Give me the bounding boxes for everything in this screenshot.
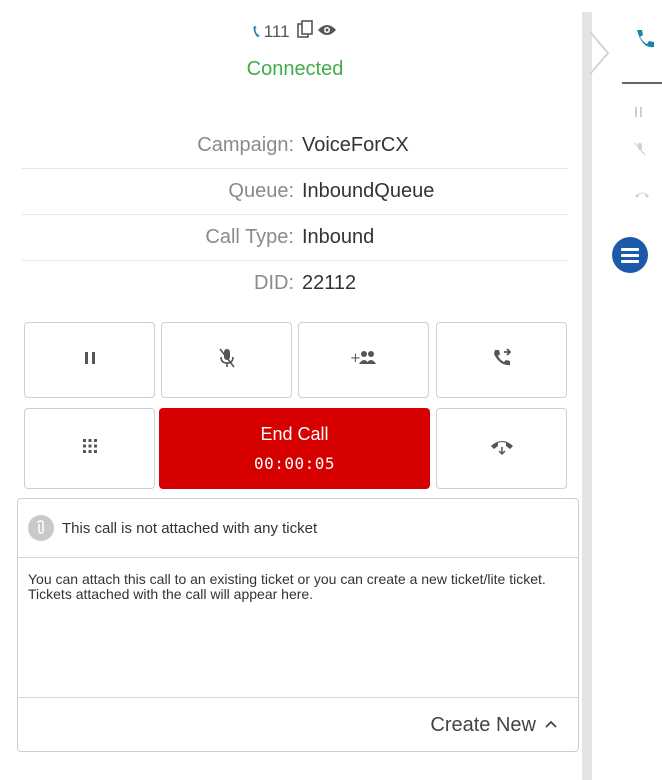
queue-value: InboundQueue [302,179,435,202]
call-transfer-icon [491,347,513,374]
call-type-value: Inbound [302,225,375,248]
did-row: DID: 22112 [22,260,568,306]
sidebar-phone-icon[interactable] [634,28,656,56]
call-type-row: Call Type: Inbound [22,214,568,261]
mic-off-icon [217,347,237,374]
ticket-body: You can attach this call to an existing … [18,558,578,698]
active-tab-indicator [622,82,662,84]
conference-button[interactable]: + [298,322,429,398]
extension-number: 111 [263,21,290,41]
campaign-value: VoiceForCX [302,133,409,156]
panel-edge [582,12,592,780]
paperclip-icon [28,515,54,541]
call-panel: 📞︎ 111 Connected Campaign: VoiceForCX Qu… [0,0,590,780]
end-call-label: End Call [260,423,329,444]
sidebar-hangup-icon[interactable] [634,188,650,203]
sidebar-mic-off-icon[interactable] [634,142,646,159]
hamburger-menu-icon[interactable] [612,237,648,273]
queue-row: Queue: InboundQueue [22,168,568,215]
create-new-button[interactable]: Create New [430,714,558,737]
call-type-label: Call Type: [205,225,294,248]
phone-icon: 📞︎ [253,21,260,41]
ticket-footer: Create New [18,698,578,752]
sidebar-pause-icon[interactable] [634,106,644,121]
did-value: 22112 [302,271,357,294]
dialpad-icon [82,438,98,459]
call-timer: 00:00:05 [253,453,336,473]
collapsed-sidebar [612,0,662,780]
transfer-button[interactable] [436,322,567,398]
did-label: DID: [254,271,294,294]
mute-button[interactable] [161,322,292,398]
copy-icon[interactable] [296,20,313,43]
ticket-header: This call is not attached with any ticke… [18,499,578,558]
call-status: Connected [246,58,344,80]
create-new-label: Create New [430,713,536,736]
collapse-panel-chevron-icon[interactable] [588,30,612,76]
hangup-icon [489,436,515,461]
hangup-transfer-button[interactable] [436,408,567,489]
hold-button[interactable] [24,322,155,398]
queue-label: Queue: [228,179,294,202]
campaign-label: Campaign: [197,133,294,156]
end-call-button[interactable]: End Call 00:00:05 [159,408,430,489]
dialpad-button[interactable] [24,408,155,489]
campaign-row: Campaign: VoiceForCX [22,122,568,169]
ticket-card: This call is not attached with any ticke… [17,498,579,752]
call-header: 📞︎ 111 [0,20,590,43]
pause-icon [83,350,97,371]
add-participants-icon: + [350,349,378,372]
eye-icon[interactable] [317,22,337,42]
ticket-header-text: This call is not attached with any ticke… [62,519,318,537]
ticket-body-text: You can attach this call to an existing … [28,571,546,602]
chevron-up-icon [544,716,558,734]
